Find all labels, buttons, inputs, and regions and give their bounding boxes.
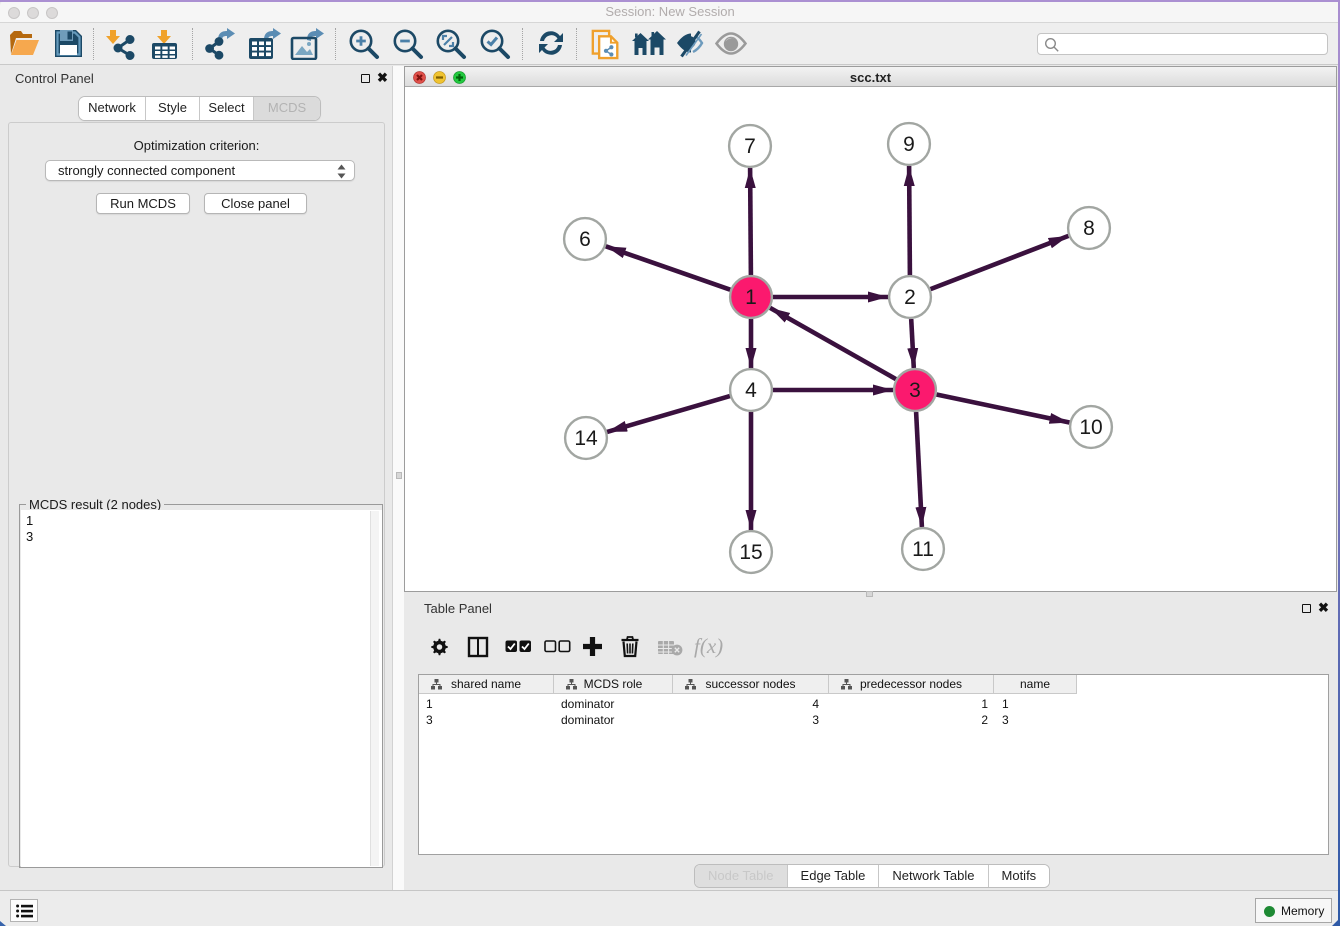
svg-text:10: 10 [1079,416,1102,439]
svg-text:7: 7 [744,135,756,158]
svg-text:15: 15 [739,541,762,564]
svg-text:2: 2 [904,286,916,309]
svg-text:8: 8 [1083,217,1095,240]
svg-text:3: 3 [909,379,921,402]
svg-text:4: 4 [745,379,757,402]
svg-text:14: 14 [574,427,598,450]
svg-text:1: 1 [745,286,757,309]
svg-text:6: 6 [579,228,591,251]
svg-text:9: 9 [903,133,915,156]
svg-text:11: 11 [912,538,934,561]
